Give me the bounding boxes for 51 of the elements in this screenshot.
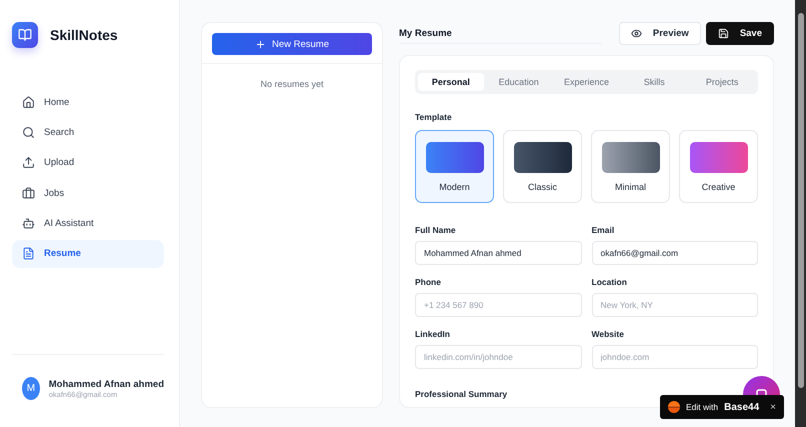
briefcase-icon	[22, 186, 35, 200]
tab[interactable]: Projects	[689, 73, 755, 91]
save-button[interactable]: Save	[706, 22, 774, 45]
search-icon	[22, 126, 35, 139]
template-option[interactable]: Creative	[679, 130, 758, 203]
logo-icon	[12, 22, 38, 48]
empty-message: No resumes yet	[259, 79, 325, 89]
app-name: SkillNotes	[50, 27, 118, 43]
tab[interactable]: Education	[486, 73, 552, 91]
upload-icon	[22, 156, 35, 170]
eye-icon	[630, 28, 642, 39]
preview-button[interactable]: Preview	[618, 22, 701, 45]
robot-icon	[22, 217, 35, 230]
badge-text: Edit with	[686, 402, 718, 412]
brand-logo-icon	[668, 401, 680, 413]
document-icon	[22, 247, 35, 260]
input-field[interactable]: johndoe.com	[592, 345, 758, 369]
nav-item[interactable]: Home	[12, 88, 164, 116]
field-label: Email	[592, 225, 616, 235]
template-option[interactable]: Modern	[415, 130, 494, 203]
scrollbar[interactable]	[795, 0, 806, 427]
nav-item[interactable]: AI Assistant	[12, 210, 164, 238]
field-label: LinkedIn	[415, 329, 451, 339]
section-label: Template	[415, 112, 453, 122]
field-label: Website	[592, 329, 625, 339]
input-field[interactable]: okafn66@gmail.com	[592, 241, 758, 265]
close-button[interactable]: ×	[770, 402, 776, 412]
template-option[interactable]: Classic	[503, 130, 582, 203]
field-label: Phone	[415, 277, 442, 287]
brand-name: Base44	[724, 402, 760, 412]
plus-icon	[254, 38, 266, 50]
field-label: Location	[592, 277, 628, 287]
title-field[interactable]: My Resume	[399, 23, 602, 44]
nav-item[interactable]: Upload	[12, 148, 164, 177]
user-name: Mohammed Afnan ahmed	[48, 378, 164, 390]
input-field[interactable]: linkedin.com/in/johndoe	[415, 345, 582, 369]
tab[interactable]: Skills	[621, 73, 688, 91]
nav-item[interactable]: Jobs	[12, 179, 164, 208]
user-avatar: M	[22, 377, 40, 400]
nav-item[interactable]: Search	[12, 118, 164, 146]
field-label: Full Name	[415, 225, 457, 235]
home-icon	[22, 96, 35, 108]
tab[interactable]: Personal	[418, 73, 484, 91]
input-field[interactable]: Mohammed Afnan ahmed	[415, 241, 582, 265]
nav-item[interactable]: Resume	[12, 240, 164, 268]
section-label: Professional Summary	[415, 389, 508, 399]
template-option[interactable]: Minimal	[591, 130, 670, 203]
tab[interactable]: Experience	[554, 73, 620, 91]
input-field[interactable]: +1 234 567 890	[415, 293, 582, 317]
new-resume-button[interactable]: New Resume	[212, 33, 372, 55]
input-field[interactable]: New York, NY	[592, 293, 758, 317]
